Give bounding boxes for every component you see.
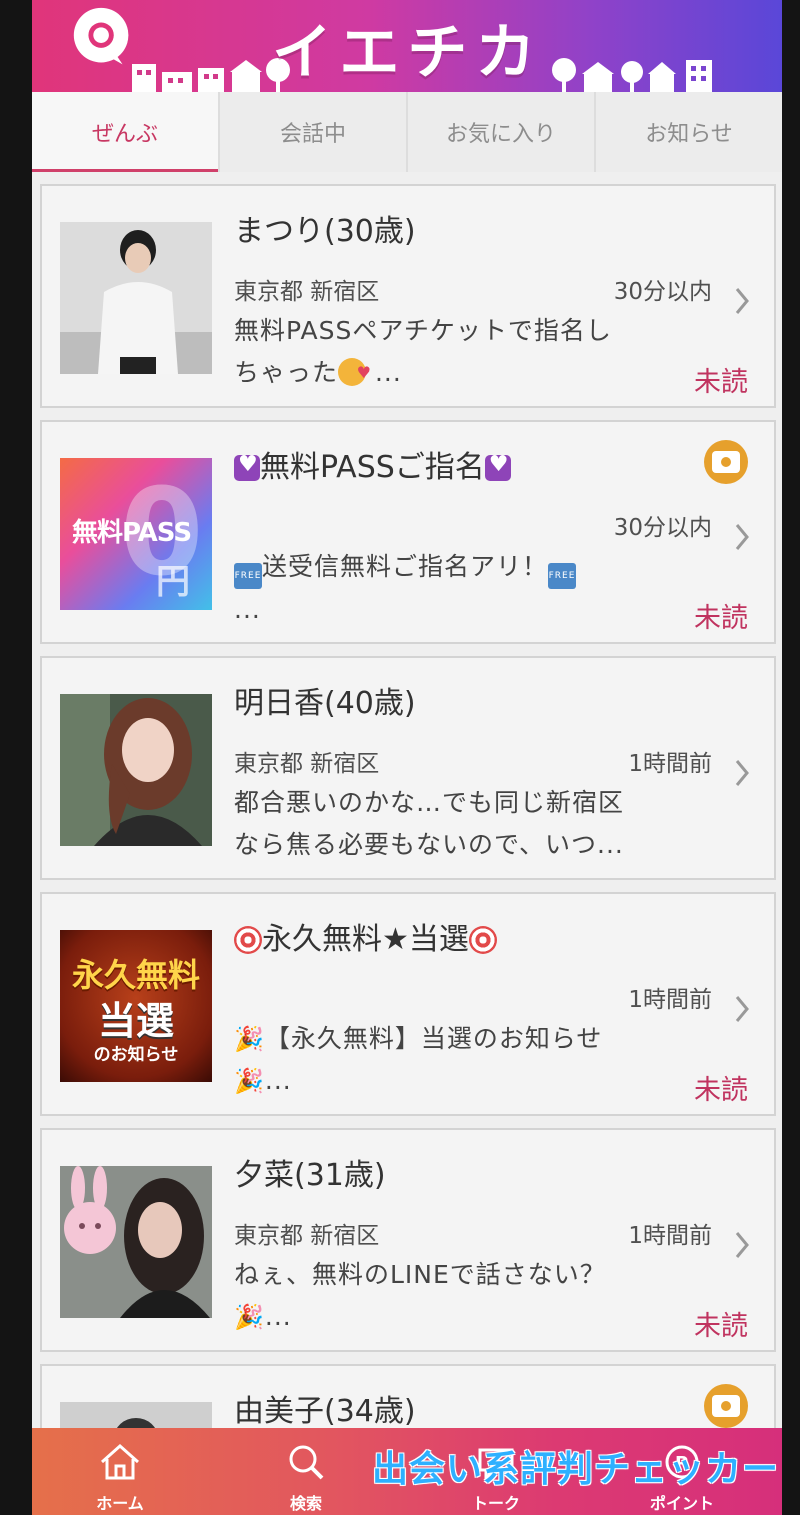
unread-badge: 未読 [694,1311,748,1342]
sender-name: 由美子(34歳) [234,1394,416,1429]
watermark-text: 出会い系評判チェッカー [372,1449,780,1490]
message-card[interactable]: 永久無料 当選 のお知らせ 永久無料★当選 1時間前 🎉【永久無料】当選のお知ら… [40,892,776,1116]
sender-location: 東京都 新宿区 [234,1223,380,1249]
party-popper-icon: 🎉 [234,1067,265,1095]
unread-badge: 未読 [694,603,748,634]
tab-in-conversation[interactable]: 会話中 [220,92,408,172]
unread-badge: 未読 [694,367,748,398]
message-card[interactable]: 明日香(40歳) 東京都 新宿区 1時間前 都合悪いのかな…でも同じ新宿区 なら… [40,656,776,880]
message-time: 1時間前 [628,751,712,777]
tab-notices[interactable]: お知らせ [596,92,782,172]
message-time: 30分以内 [613,515,712,541]
app-header: イエチカ [32,0,782,92]
message-preview: FREE送受信無料ご指名アリ！FREE ... [234,552,577,624]
free-badge-icon: FREE [234,563,262,589]
bullseye-icon [468,926,497,954]
message-preview: 🎉【永久無料】当選のお知らせ 🎉... [234,1018,704,1102]
tab-all[interactable]: ぜんぶ [32,92,220,172]
chevron-right-icon [735,996,749,1022]
app-screen: イエチカ ぜんぶ 会話中 お気に入り お知らせ まつり(30歳) 東京都 新宿区… [32,0,782,1515]
message-preview: ねぇ、無料のLINEで話さない？ 🎉... [234,1254,704,1338]
bullseye-icon [234,926,262,954]
sender-name: まつり(30歳) [234,214,416,249]
chevron-right-icon [735,524,749,550]
free-pass-banner-image: 0 無料PASS 円 [60,458,212,610]
camera-icon [704,1384,748,1428]
sender-location: 東京都 新宿区 [234,279,380,305]
message-preview: 都合悪いのかな…でも同じ新宿区 なら焦る必要もないので、いつ... [234,788,625,859]
tab-favorites[interactable]: お気に入り [408,92,596,172]
free-badge-icon: FREE [548,563,577,589]
camera-icon [704,440,748,484]
app-title: イエチカ [272,18,544,88]
chevron-right-icon [735,760,749,786]
profile-photo [60,694,212,846]
sender-name: 明日香(40歳) [234,686,416,721]
home-icon [101,1443,139,1480]
lottery-win-banner-image: 永久無料 当選 のお知らせ [60,930,212,1082]
message-preview: 無料PASSペアチケットで指名し ちゃった ... [234,310,704,394]
chevron-right-icon [735,1232,749,1258]
message-time: 1時間前 [628,987,712,1013]
smiling-face-hearts-icon [338,352,372,394]
purple-heart-icon [234,452,260,481]
sender-name: 夕菜(31歳) [234,1158,386,1193]
purple-heart-icon [484,452,511,481]
search-icon [289,1445,324,1480]
unread-badge: 未読 [694,1075,748,1106]
message-time: 30分以内 [613,279,712,305]
tab-bar: ぜんぶ 会話中 お気に入り お知らせ [32,92,782,172]
party-popper-icon: 🎉 [234,1025,265,1053]
skyline-left-decoration [132,58,290,92]
message-card[interactable]: 夕菜(31歳) 東京都 新宿区 1時間前 ねぇ、無料のLINEで話さない？ 🎉.… [40,1128,776,1352]
sender-name: 永久無料★当選 [234,914,497,958]
profile-photo [60,1166,212,1318]
sender-location: 東京都 新宿区 [234,751,380,777]
profile-photo [60,222,212,374]
chevron-right-icon [735,288,749,314]
message-card[interactable]: 0 無料PASS 円 無料PASSご指名 30分以内 FREE送受信無料ご指名ア… [40,420,776,644]
message-card[interactable]: まつり(30歳) 東京都 新宿区 30分以内 無料PASSペアチケットで指名し … [40,184,776,408]
nav-home[interactable]: ホーム [60,1442,180,1514]
party-popper-icon: 🎉 [234,1303,265,1331]
nav-search[interactable]: 検索 [246,1442,366,1514]
sender-name: 無料PASSご指名 [234,442,511,486]
skyline-right-decoration [552,58,712,92]
message-time: 1時間前 [628,1223,712,1249]
